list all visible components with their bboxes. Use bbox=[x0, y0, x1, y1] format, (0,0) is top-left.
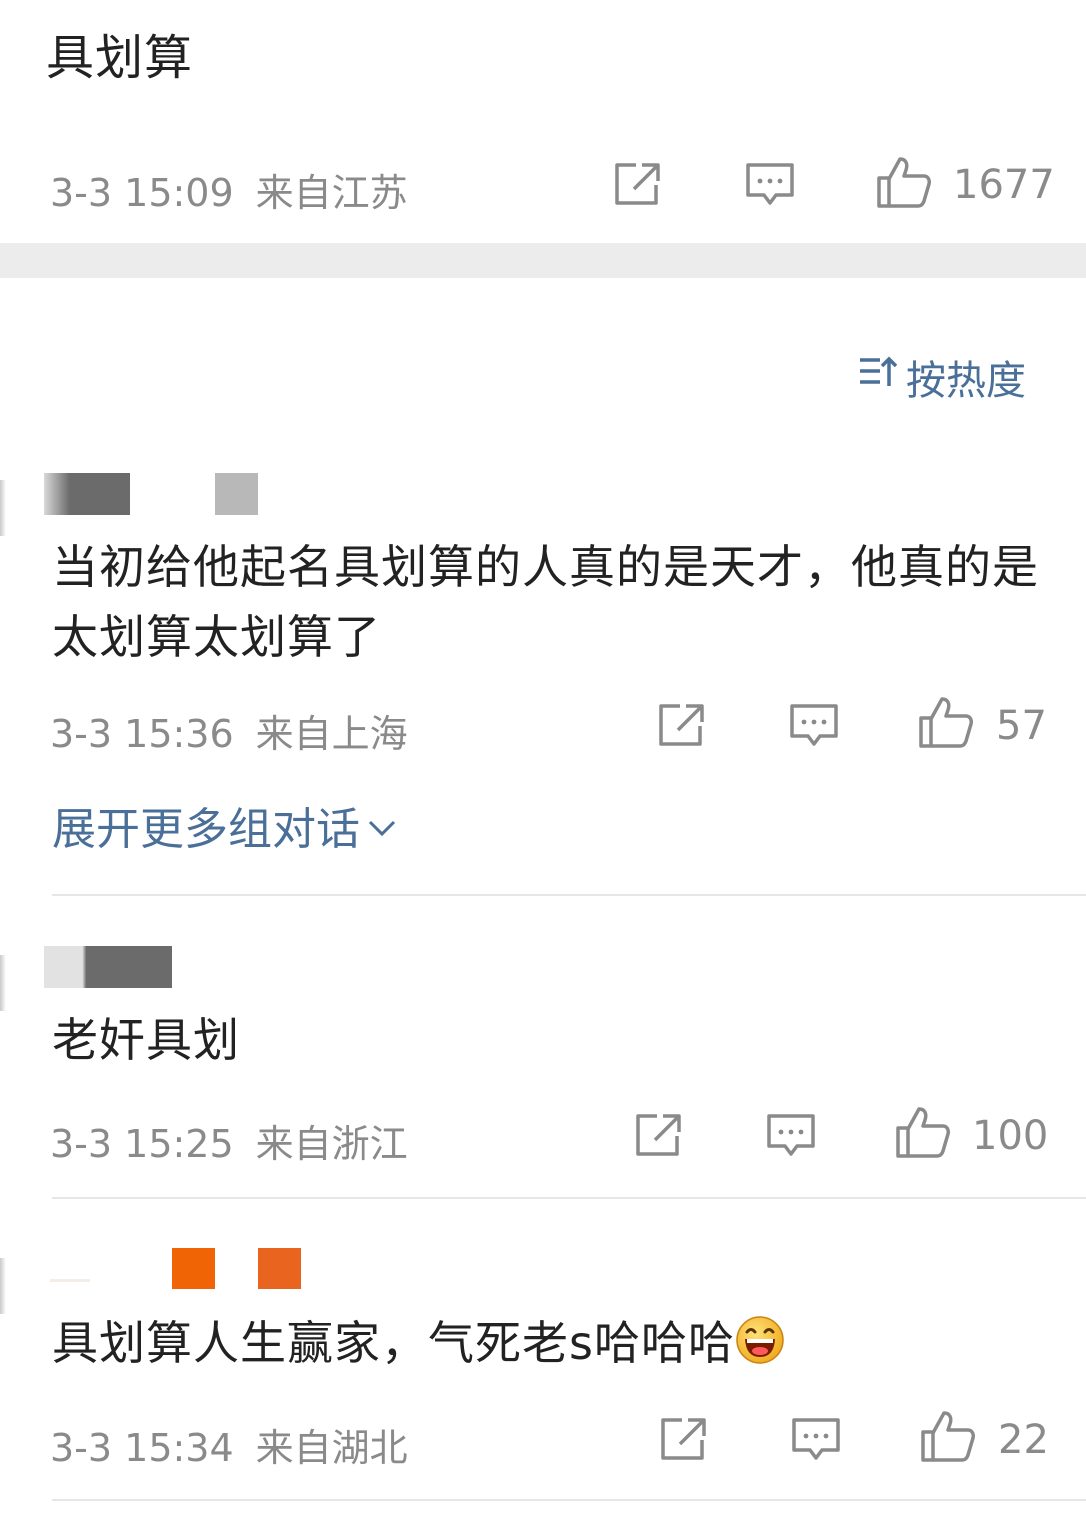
comment-meta: 3-3 15:34 来自湖北 bbox=[50, 1417, 408, 1472]
comment-source: 来自上海 bbox=[255, 712, 408, 756]
comment-like-count: 22 bbox=[998, 1417, 1049, 1463]
comment-icon[interactable] bbox=[789, 703, 839, 749]
avatar[interactable] bbox=[0, 1258, 6, 1314]
laughing-face-emoji-icon bbox=[735, 1314, 785, 1384]
redacted-username bbox=[44, 946, 172, 988]
comment-like-count: 57 bbox=[996, 703, 1047, 749]
comment-date: 3-3 15:34 bbox=[50, 1426, 234, 1470]
comment-text-row: 具划算人生赢家，气死老s哈哈哈 bbox=[52, 1308, 1042, 1384]
like-icon[interactable] bbox=[876, 155, 932, 209]
divider bbox=[52, 1197, 1086, 1199]
sort-icon bbox=[858, 354, 906, 400]
comment-text: 老奸具划 bbox=[52, 1013, 240, 1067]
post-like-count: 1677 bbox=[953, 162, 1055, 208]
comment-text: 当初给他起名具划算的人真的是天才，他真的是太划算太划算了 bbox=[52, 540, 1039, 664]
comment-source: 来自湖北 bbox=[255, 1426, 408, 1470]
sort-by-hot-button[interactable]: 按热度 bbox=[858, 348, 1026, 406]
comment-date: 3-3 15:36 bbox=[50, 712, 234, 756]
comment-source: 来自浙江 bbox=[255, 1122, 408, 1166]
like-icon[interactable] bbox=[895, 1105, 951, 1159]
comment-meta: 3-3 15:25 来自浙江 bbox=[50, 1113, 408, 1168]
repost-icon[interactable] bbox=[658, 1416, 708, 1462]
avatar[interactable] bbox=[0, 955, 6, 1011]
comment-date: 3-3 15:25 bbox=[50, 1122, 234, 1166]
redacted-username bbox=[50, 1279, 90, 1282]
divider bbox=[52, 894, 1086, 896]
comment-text: 具划算人生赢家，气死老s哈哈哈 bbox=[52, 1316, 735, 1370]
comment-icon[interactable] bbox=[791, 1417, 841, 1463]
post-source: 来自江苏 bbox=[255, 171, 408, 215]
expand-more-conversation-link[interactable]: 展开更多组对话 bbox=[52, 793, 398, 857]
sort-label: 按热度 bbox=[906, 358, 1026, 404]
comment-icon[interactable] bbox=[766, 1113, 816, 1159]
redacted-badge bbox=[215, 473, 258, 515]
post-text: 具划算 bbox=[46, 30, 194, 86]
expand-label: 展开更多组对话 bbox=[52, 804, 360, 855]
chevron-down-icon bbox=[360, 800, 398, 851]
section-separator bbox=[0, 243, 1086, 278]
repost-icon[interactable] bbox=[656, 702, 706, 748]
repost-icon[interactable] bbox=[612, 161, 662, 207]
post-meta: 3-3 15:09 来自江苏 bbox=[50, 162, 408, 217]
comment-meta: 3-3 15:36 来自上海 bbox=[50, 703, 408, 758]
like-icon[interactable] bbox=[920, 1409, 976, 1463]
redacted-badge bbox=[172, 1248, 215, 1289]
comment-icon[interactable] bbox=[745, 162, 795, 208]
comment-like-count: 100 bbox=[972, 1113, 1049, 1159]
post-date: 3-3 15:09 bbox=[50, 171, 234, 215]
repost-icon[interactable] bbox=[633, 1112, 683, 1158]
redacted-badge bbox=[258, 1248, 301, 1289]
avatar[interactable] bbox=[0, 480, 6, 536]
redacted-username bbox=[44, 473, 130, 515]
like-icon[interactable] bbox=[918, 695, 974, 749]
divider bbox=[52, 1499, 1086, 1501]
